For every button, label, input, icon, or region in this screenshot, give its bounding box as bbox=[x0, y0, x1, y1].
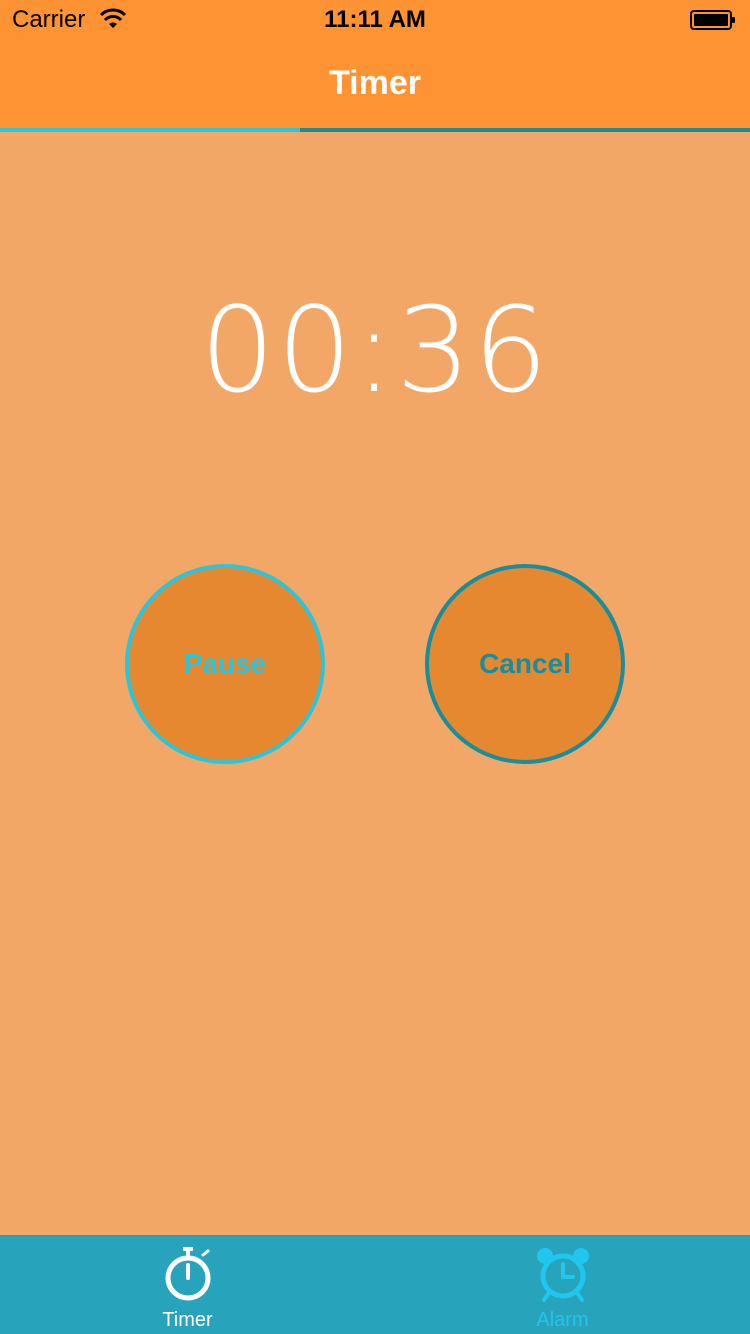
status-time: 11:11 AM bbox=[324, 6, 426, 33]
tab-bar: Timer Alarm bbox=[0, 1235, 750, 1334]
cancel-button-label: Cancel bbox=[479, 648, 571, 679]
timer-countdown: 00:36 bbox=[199, 281, 551, 419]
page-indicator bbox=[0, 128, 300, 132]
pause-button-label: Pause bbox=[183, 648, 267, 679]
tab-alarm-label: Alarm bbox=[536, 1309, 589, 1331]
cancel-button[interactable]: Cancel bbox=[425, 564, 625, 764]
stopwatch-icon bbox=[165, 1247, 211, 1301]
alarm-clock-icon bbox=[537, 1248, 589, 1302]
battery-icon bbox=[690, 10, 735, 30]
tab-alarm[interactable]: Alarm bbox=[375, 1235, 750, 1334]
tab-timer-label: Timer bbox=[162, 1309, 213, 1331]
header: Carrier 11:11 AM Timer bbox=[0, 0, 750, 128]
pause-button[interactable]: Pause bbox=[125, 564, 325, 764]
page-title: Timer bbox=[329, 64, 421, 102]
tab-timer[interactable]: Timer bbox=[0, 1235, 375, 1334]
status-bar: Carrier 11:11 AM bbox=[0, 0, 750, 40]
